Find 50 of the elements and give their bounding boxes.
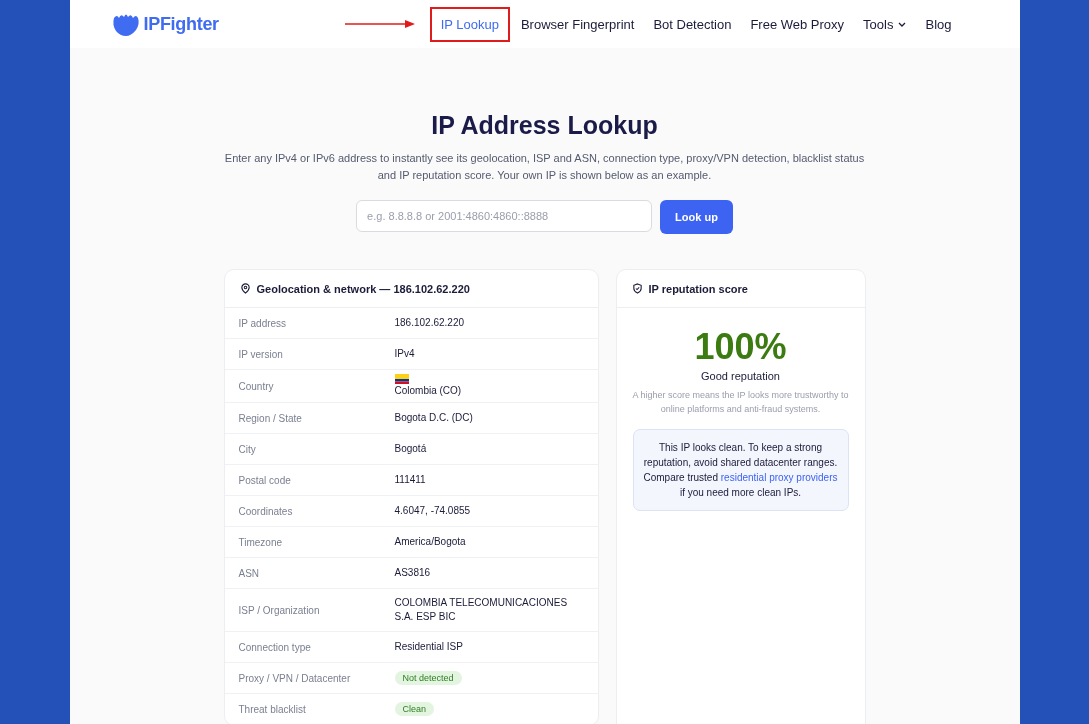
field-value: 4.6047, -74.0855 [394,504,472,518]
field-value: COLOMBIA TELECOMUNICACIONES S.A. ESP BIC [394,596,569,624]
field-label: Region / State [238,411,303,426]
residential-proxy-link[interactable]: residential proxy providers [720,472,838,483]
nav-link[interactable]: Free Web Proxy [750,8,845,40]
field-label: IP version [238,347,284,362]
advice-note: This IP looks clean. To keep a strong reputation, avoid shared datacenter ranges. Compare trusted residential proxy providers if you need more clean IPs. [632,429,849,511]
field-value: AS3816 [394,566,432,580]
status-badge: Clean [394,702,434,716]
brand-name[interactable]: IPFighter [143,13,219,35]
field-label: Connection type [238,640,312,655]
annotation-arrow [344,20,415,28]
caret-icon [898,21,907,27]
field-value: IPv4 [394,347,416,361]
location-pin-icon [239,283,251,294]
page-title: IP Address Lookup [431,111,658,140]
field-value: Residential ISP [394,640,464,654]
page-description: Enter any IPv4 or IPv6 address to instantly see its geolocation, ISP and ASN, connection type, proxy/VPN detection, blacklist status and IP reputation score. Your own IP is shown below as an example. [223,151,866,183]
field-value: America/Bogota [394,535,467,549]
reputation-score: 100% [694,326,787,368]
card-title: Geolocation & network — 186.102.62.220 [256,282,470,295]
shield-check-icon [631,283,643,294]
nav-link[interactable]: Bot Detection [653,8,732,40]
field-label: Coordinates [238,504,294,519]
field-value: 186.102.62.220 [394,316,465,330]
flag-icon [394,374,409,384]
reputation-verdict: Good reputation [701,370,780,382]
field-label: ISP / Organization [238,603,321,618]
card-title: IP reputation score [648,282,748,295]
nav-link[interactable]: Browser Fingerprint [520,8,635,40]
score-explanation: A higher score means the IP looks more trustworthy to online platforms and anti-fraud systems. [631,389,850,416]
look-up-button[interactable]: Look up [660,200,733,234]
nav-link[interactable]: Blog [925,8,952,40]
field-label: City [238,442,257,457]
field-label: Timezone [238,535,284,550]
nav-link[interactable]: Tools [863,8,907,40]
field-label: Country [238,379,275,394]
field-value: Bogotá [394,442,428,456]
field-value: 111411 [394,473,427,487]
ip-input-field[interactable]: e.g. 8.8.8.8 or 2001:4860:4860::8888 [356,200,653,232]
logo-icon[interactable] [111,12,140,36]
nav-link[interactable]: IP Lookup [429,6,510,42]
field-label: Threat blacklist [238,702,307,717]
field-label: Proxy / VPN / Datacenter [238,671,352,686]
status-badge: Not detected [394,671,462,685]
field-value: Colombia (CO) [394,384,462,398]
field-label: Postal code [238,473,292,488]
field-label: ASN [238,566,261,581]
field-label: IP address [238,316,288,331]
field-value: Bogota D.C. (DC) [394,411,474,425]
